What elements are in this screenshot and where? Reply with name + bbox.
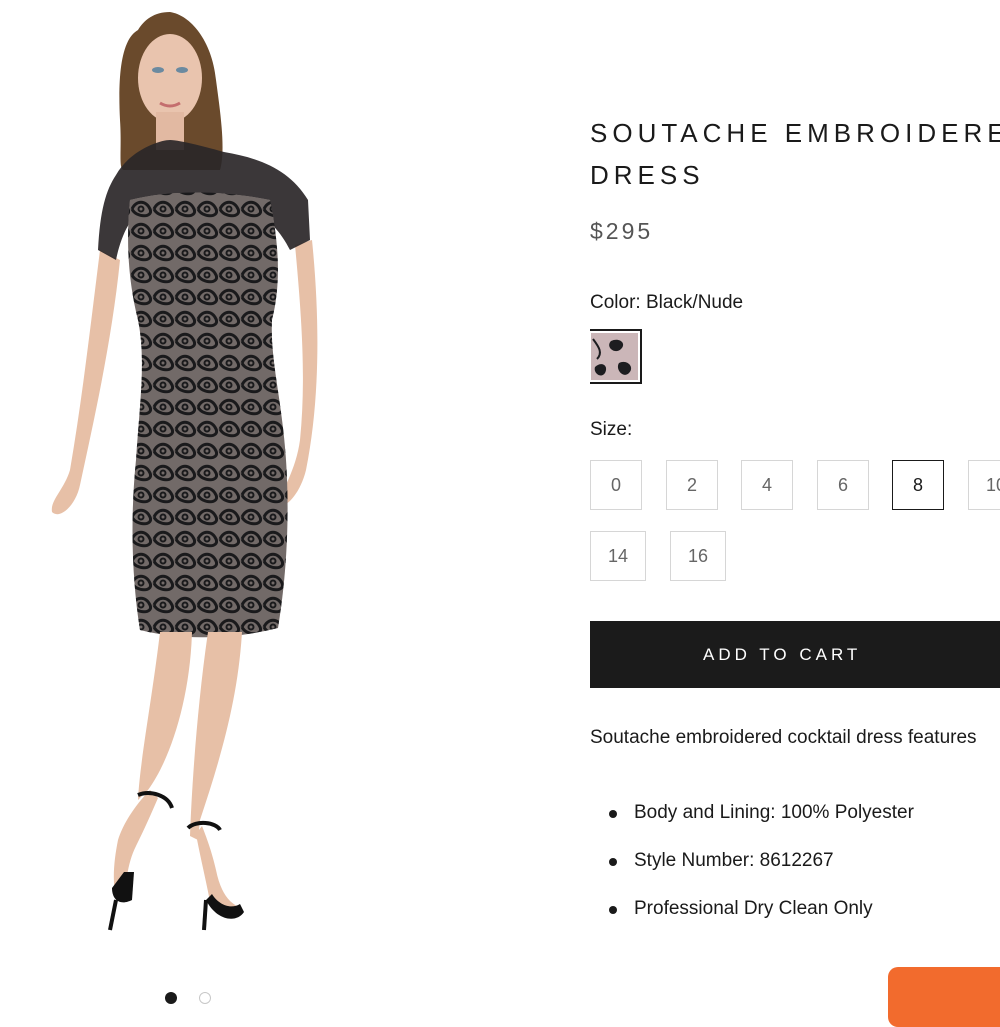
product-info: SOUTACHE EMBROIDERED DRESS $295 Color: B… — [590, 0, 1000, 1000]
size-option-16[interactable]: 16 — [670, 531, 726, 581]
size-label: Size: — [590, 419, 633, 440]
color-swatch-black-nude[interactable] — [590, 329, 642, 384]
gallery-dot[interactable] — [199, 992, 211, 1004]
product-gallery — [0, 0, 440, 1004]
product-description: Soutache embroidered cocktail dress feat… — [590, 727, 977, 748]
add-to-cart-button[interactable]: ADD TO CART — [590, 621, 1000, 688]
gallery-dot-active[interactable] — [165, 992, 177, 1004]
detail-item: Body and Lining: 100% Polyester — [590, 797, 914, 845]
bullet-icon — [609, 810, 617, 818]
bullet-icon — [609, 906, 617, 914]
product-price: $295 — [590, 218, 654, 244]
detail-item: Style Number: 8612267 — [590, 845, 914, 893]
size-option-0[interactable]: 0 — [590, 460, 642, 510]
swatch-pattern-icon — [591, 333, 638, 380]
color-label: Color: Black/Nude — [590, 292, 744, 313]
size-option-2[interactable]: 2 — [666, 460, 718, 510]
detail-item: Professional Dry Clean Only — [590, 893, 914, 941]
size-option-6[interactable]: 6 — [817, 460, 869, 510]
product-image[interactable] — [20, 0, 380, 960]
bullet-icon — [609, 858, 617, 866]
size-option-4[interactable]: 4 — [741, 460, 793, 510]
size-option-10[interactable]: 10 — [968, 460, 1000, 510]
size-option-14[interactable]: 14 — [590, 531, 646, 581]
detail-text: Style Number: 8612267 — [634, 850, 834, 871]
gallery-pagination — [165, 992, 211, 1004]
size-option-8[interactable]: 8 — [892, 460, 944, 510]
product-details-list: Body and Lining: 100% Polyester Style Nu… — [590, 797, 914, 941]
detail-text: Body and Lining: 100% Polyester — [634, 802, 914, 823]
product-title: SOUTACHE EMBROIDERED DRESS — [590, 118, 1000, 190]
chat-launcher-button[interactable] — [888, 967, 1000, 1027]
detail-text: Professional Dry Clean Only — [634, 898, 873, 919]
